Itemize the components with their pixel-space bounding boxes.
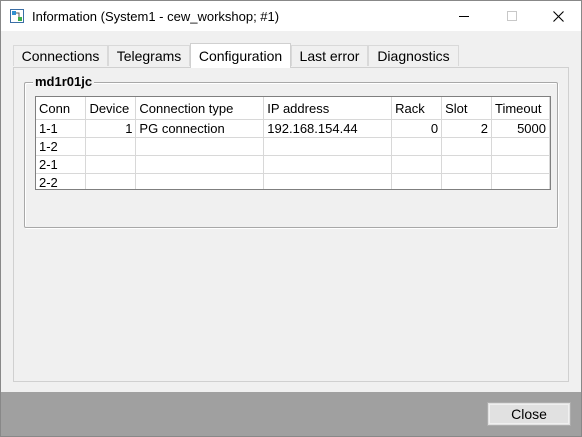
cell-connection-type[interactable] [135, 173, 265, 189]
close-icon [552, 10, 564, 22]
cell-rack[interactable] [391, 137, 443, 156]
tab-diagnostics[interactable]: Diagnostics [368, 45, 459, 66]
group-title: md1r01jc [33, 74, 95, 89]
cell-slot[interactable]: 2 [441, 119, 492, 138]
cell-conn[interactable]: 2-2 [36, 173, 87, 189]
table-row[interactable]: 1-2 [36, 137, 550, 156]
cell-ip-address[interactable] [263, 173, 393, 189]
cell-connection-type[interactable] [135, 155, 265, 174]
cell-timeout[interactable] [491, 155, 550, 174]
close-window-button[interactable] [535, 1, 581, 31]
header-row: Conn Device Connection type IP address R… [36, 97, 550, 120]
column-header-slot[interactable]: Slot [441, 97, 492, 120]
column-header-device[interactable]: Device [85, 97, 137, 120]
column-header-timeout[interactable]: Timeout [491, 97, 550, 120]
cell-slot[interactable] [441, 137, 492, 156]
minimize-icon [459, 16, 469, 17]
column-header-ip-address[interactable]: IP address [263, 97, 393, 120]
close-button[interactable]: Close [487, 402, 571, 426]
device-groupbox: md1r01jc Conn Device Connection type IP … [24, 74, 558, 228]
column-header-conn[interactable]: Conn [36, 97, 87, 120]
title-bar[interactable]: Information (System1 - cew_workshop; #1) [1, 1, 581, 31]
column-header-rack[interactable]: Rack [391, 97, 443, 120]
tab-telegrams[interactable]: Telegrams [108, 45, 190, 66]
table-row[interactable]: 1-1 1 PG connection 192.168.154.44 0 2 5… [36, 119, 550, 138]
cell-device[interactable] [85, 137, 137, 156]
cell-timeout[interactable] [491, 173, 550, 189]
cell-conn[interactable]: 2-1 [36, 155, 87, 174]
button-bar: Close [1, 392, 581, 436]
cell-device[interactable] [85, 173, 137, 189]
cell-ip-address[interactable] [263, 155, 393, 174]
tab-connections[interactable]: Connections [13, 45, 108, 66]
table-row[interactable]: 2-1 [36, 155, 550, 174]
cell-ip-address[interactable] [263, 137, 393, 156]
cell-conn[interactable]: 1-2 [36, 137, 87, 156]
cell-rack[interactable] [391, 173, 443, 189]
column-header-connection-type[interactable]: Connection type [135, 97, 265, 120]
cell-slot[interactable] [441, 155, 492, 174]
cell-rack[interactable]: 0 [391, 119, 443, 138]
cell-slot[interactable] [441, 173, 492, 189]
minimize-button[interactable] [441, 1, 487, 31]
cell-connection-type[interactable]: PG connection [135, 119, 265, 138]
cell-device[interactable]: 1 [85, 119, 137, 138]
information-window: Information (System1 - cew_workshop; #1)… [0, 0, 582, 437]
configuration-grid[interactable]: Conn Device Connection type IP address R… [35, 96, 551, 190]
cell-connection-type[interactable] [135, 137, 265, 156]
cell-ip-address[interactable]: 192.168.154.44 [263, 119, 393, 138]
configuration-panel: md1r01jc Conn Device Connection type IP … [13, 67, 569, 382]
content-area: Connections Telegrams Configuration Last… [1, 31, 581, 392]
tab-last-error[interactable]: Last error [291, 45, 368, 66]
table-row[interactable]: 2-2 [36, 173, 550, 189]
tab-configuration[interactable]: Configuration [190, 43, 291, 68]
window-title: Information (System1 - cew_workshop; #1) [32, 9, 280, 24]
maximize-button[interactable] [489, 1, 535, 31]
cell-timeout[interactable]: 5000 [491, 119, 550, 138]
app-icon [10, 9, 24, 23]
cell-conn[interactable]: 1-1 [36, 119, 87, 138]
cell-timeout[interactable] [491, 137, 550, 156]
cell-rack[interactable] [391, 155, 443, 174]
cell-device[interactable] [85, 155, 137, 174]
maximize-icon [507, 11, 517, 21]
